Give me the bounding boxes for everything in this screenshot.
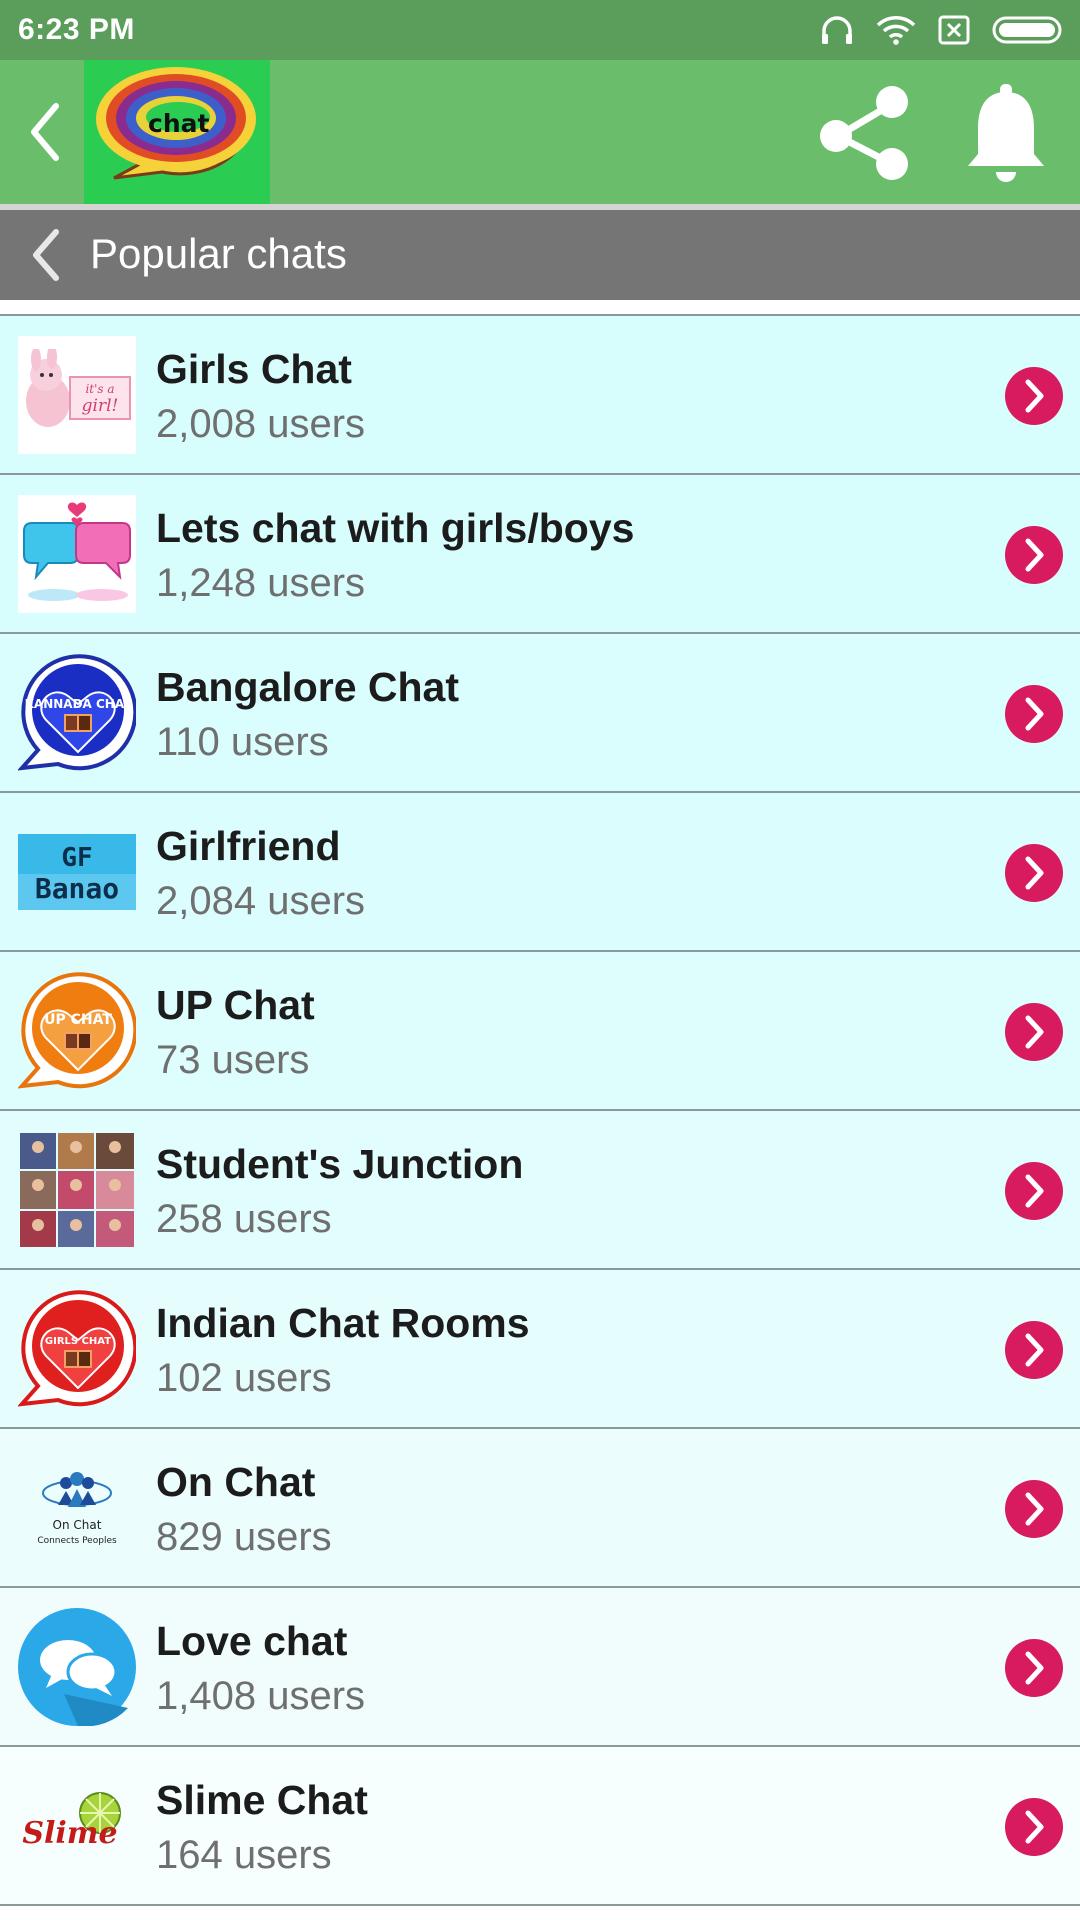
girls-chat-heart-thumbnail: GIRLS CHAT (18, 1290, 136, 1408)
chevron-right-icon[interactable] (1005, 526, 1063, 584)
svg-text:KANNADA CHAT: KANNADA CHAT (25, 697, 133, 711)
room-title: On Chat (156, 1459, 316, 1505)
room-user-count: 102 users (156, 1356, 332, 1400)
svg-text:Slime: Slime (22, 1816, 117, 1851)
chevron-right-icon[interactable] (1005, 685, 1063, 743)
svg-text:UP CHAT: UP CHAT (44, 1012, 112, 1028)
kannada-chat-thumbnail: KANNADA CHAT (18, 654, 136, 772)
on-chat-thumbnail: On Chat Connects Peoples (18, 1449, 136, 1567)
love-chat-thumbnail (18, 1608, 136, 1726)
room-user-count: 258 users (156, 1197, 332, 1241)
list-item[interactable]: Slime Slime Chat 164 users (0, 1747, 1080, 1906)
battery-icon (992, 16, 1062, 44)
chevron-right-icon[interactable] (1005, 844, 1063, 902)
svg-text:girl!: girl! (82, 396, 119, 416)
room-title: Love chat (156, 1618, 348, 1664)
gf-banao-thumbnail: GF Banao (18, 813, 136, 931)
chat-bubbles-thumbnail (18, 495, 136, 613)
svg-text:Banao: Banao (35, 872, 119, 905)
list-item[interactable]: Lets chat with girls/boys 1,248 users (0, 475, 1080, 634)
svg-text:Connects Peoples: Connects Peoples (37, 1536, 117, 1546)
chevron-left-icon[interactable] (22, 96, 66, 168)
chevron-right-icon[interactable] (1005, 1003, 1063, 1061)
room-user-count: 829 users (156, 1515, 332, 1559)
photo-collage-thumbnail (18, 1131, 136, 1249)
chat-room-list: it's a girl! Girls Chat 2,008 users Lets… (0, 314, 1080, 1906)
no-sim-icon (938, 15, 970, 45)
list-item[interactable]: UP CHAT UP Chat 73 users (0, 952, 1080, 1111)
list-item[interactable]: On Chat Connects Peoples On Chat 829 use… (0, 1429, 1080, 1588)
room-title: Girlfriend (156, 823, 341, 869)
chevron-right-icon[interactable] (1005, 1480, 1063, 1538)
room-title: Girls Chat (156, 346, 352, 392)
svg-text:GF: GF (61, 843, 92, 873)
list-item[interactable]: KANNADA CHAT Bangalore Chat 110 users (0, 634, 1080, 793)
room-user-count: 2,008 users (156, 402, 366, 446)
chevron-right-icon[interactable] (1005, 1639, 1063, 1697)
room-user-count: 164 users (156, 1833, 332, 1877)
section-title: Popular chats (90, 230, 347, 277)
wifi-icon (876, 16, 916, 45)
section-header: Popular chats (0, 210, 1080, 300)
svg-text:it's a: it's a (85, 382, 114, 396)
list-item[interactable]: GF Banao Girlfriend 2,084 users (0, 793, 1080, 952)
app-logo: chat (84, 60, 270, 204)
room-user-count: 73 users (156, 1038, 310, 1082)
room-user-count: 110 users (156, 720, 329, 764)
logo-text: chat (148, 109, 210, 138)
room-title: UP Chat (156, 982, 315, 1028)
svg-text:GIRLS CHAT: GIRLS CHAT (45, 1336, 111, 1347)
room-title: Lets chat with girls/boys (156, 505, 635, 551)
chevron-right-icon[interactable] (1005, 1321, 1063, 1379)
chevron-left-icon[interactable] (26, 226, 66, 284)
list-item[interactable]: Love chat 1,408 users (0, 1588, 1080, 1747)
room-title: Slime Chat (156, 1777, 368, 1823)
girls-chat-thumbnail: it's a girl! (18, 336, 136, 454)
room-user-count: 1,248 users (156, 561, 366, 605)
headphones-icon (822, 16, 852, 44)
room-title: Student's Junction (156, 1141, 524, 1187)
room-title: Bangalore Chat (156, 664, 459, 710)
room-title: Indian Chat Rooms (156, 1300, 530, 1346)
list-item[interactable]: it's a girl! Girls Chat 2,008 users (0, 316, 1080, 475)
status-icons (820, 15, 1064, 45)
slime-chat-thumbnail: Slime (18, 1767, 136, 1885)
status-bar: 6:23 PM (0, 0, 1080, 60)
room-user-count: 1,408 users (156, 1674, 366, 1718)
svg-text:On Chat: On Chat (53, 1518, 102, 1532)
up-chat-thumbnail: UP CHAT (18, 972, 136, 1090)
app-bar: chat (0, 60, 1080, 204)
room-user-count: 2,084 users (156, 879, 366, 923)
chevron-right-icon[interactable] (1005, 1162, 1063, 1220)
bell-icon[interactable] (964, 84, 1048, 184)
chevron-right-icon[interactable] (1005, 367, 1063, 425)
status-time: 6:23 PM (18, 13, 135, 46)
chevron-right-icon[interactable] (1005, 1798, 1063, 1856)
list-item[interactable]: Student's Junction 258 users (0, 1111, 1080, 1270)
list-item[interactable]: GIRLS CHAT Indian Chat Rooms 102 users (0, 1270, 1080, 1429)
share-icon[interactable] (812, 80, 916, 184)
